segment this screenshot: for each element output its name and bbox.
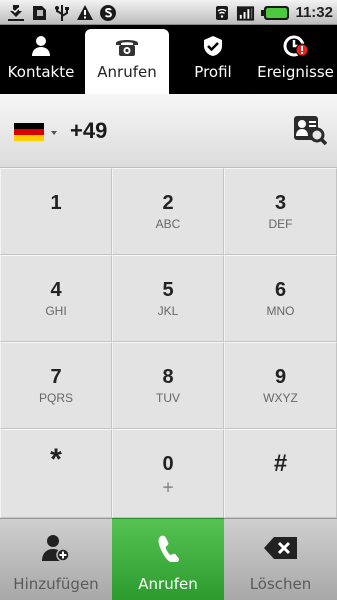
tab-label: Profil bbox=[194, 63, 232, 81]
key-digit: 7 bbox=[50, 366, 62, 388]
key-digit: 5 bbox=[162, 279, 174, 301]
tab-label: Ereignisse bbox=[257, 63, 334, 81]
key-1[interactable]: 1 bbox=[0, 168, 112, 255]
key-digit: 2 bbox=[162, 192, 174, 214]
battery-icon bbox=[260, 3, 290, 22]
wifi-icon bbox=[212, 3, 231, 22]
key-digit: 3 bbox=[274, 192, 287, 214]
warning-icon bbox=[75, 3, 94, 22]
key-letters: WXYZ bbox=[263, 391, 298, 405]
key-letters: GHI bbox=[45, 304, 67, 318]
profile-icon bbox=[201, 34, 225, 58]
phone-icon bbox=[114, 34, 140, 58]
backspace-icon bbox=[263, 533, 299, 563]
sd-card-icon bbox=[29, 3, 48, 22]
dialed-number[interactable]: +49 bbox=[70, 118, 107, 144]
key-letters: TUV bbox=[156, 391, 180, 405]
germany-flag-icon[interactable] bbox=[14, 123, 44, 141]
key-digit: * bbox=[50, 443, 62, 476]
tab-bar: Kontakte Anrufen Profil Ereignisse bbox=[0, 25, 337, 94]
tab-profil[interactable]: Profil bbox=[172, 25, 254, 94]
add-contact-label: Hinzufügen bbox=[13, 575, 99, 593]
tab-ereignisse[interactable]: Ereignisse bbox=[254, 25, 337, 94]
contact-search-icon[interactable] bbox=[293, 114, 328, 146]
key-digit: 0 bbox=[162, 453, 174, 475]
usb-icon bbox=[52, 3, 71, 22]
key-5[interactable]: 5 JKL bbox=[112, 255, 224, 342]
phone-handset-icon bbox=[155, 533, 181, 563]
add-contact-button[interactable]: Hinzufügen bbox=[0, 518, 112, 600]
key-0[interactable]: 0 + bbox=[112, 429, 224, 518]
tab-kontakte[interactable]: Kontakte bbox=[0, 25, 82, 94]
signal-icon bbox=[236, 3, 255, 22]
delete-button[interactable]: Löschen bbox=[224, 518, 337, 600]
tab-label: Anrufen bbox=[97, 63, 157, 81]
add-contact-icon bbox=[41, 533, 71, 563]
number-entry-bar: +49 bbox=[0, 94, 337, 168]
key-letters: DEF bbox=[268, 217, 293, 231]
dial-keypad: 1 2 ABC 3 DEF 4 GHI 5 JKL 6 MNO 7 PQRS 8… bbox=[0, 168, 337, 518]
action-bar: Hinzufügen Anrufen Löschen bbox=[0, 518, 337, 600]
status-bar: 11:32 bbox=[0, 0, 337, 25]
key-star[interactable]: * bbox=[0, 429, 112, 518]
delete-label: Löschen bbox=[249, 575, 312, 593]
key-9[interactable]: 9 WXYZ bbox=[224, 342, 337, 429]
key-digit: # bbox=[273, 450, 288, 477]
key-letters: MNO bbox=[266, 304, 295, 318]
key-6[interactable]: 6 MNO bbox=[224, 255, 337, 342]
key-digit: 6 bbox=[274, 279, 287, 301]
key-digit: 9 bbox=[274, 366, 287, 388]
key-2[interactable]: 2 ABC bbox=[112, 168, 224, 255]
tab-label: Kontakte bbox=[7, 63, 75, 81]
call-button[interactable]: Anrufen bbox=[112, 518, 224, 600]
key-letters: + bbox=[161, 478, 175, 496]
tab-anrufen[interactable]: Anrufen bbox=[85, 29, 169, 94]
key-letters: PQRS bbox=[38, 391, 73, 405]
skype-icon bbox=[98, 3, 117, 22]
key-digit: 1 bbox=[50, 192, 62, 214]
download-done-icon bbox=[6, 3, 25, 22]
status-time: 11:32 bbox=[295, 4, 333, 21]
key-letters: JKL bbox=[157, 304, 179, 318]
key-8[interactable]: 8 TUV bbox=[112, 342, 224, 429]
key-7[interactable]: 7 PQRS bbox=[0, 342, 112, 429]
key-4[interactable]: 4 GHI bbox=[0, 255, 112, 342]
contacts-icon bbox=[29, 34, 53, 58]
key-digit: 8 bbox=[162, 366, 174, 388]
events-icon bbox=[283, 34, 309, 58]
key-hash[interactable]: # bbox=[224, 429, 337, 518]
key-3[interactable]: 3 DEF bbox=[224, 168, 337, 255]
country-dropdown-caret-icon[interactable] bbox=[51, 131, 57, 135]
key-digit: 4 bbox=[50, 279, 62, 301]
call-label: Anrufen bbox=[138, 575, 198, 593]
key-letters: ABC bbox=[155, 217, 181, 231]
